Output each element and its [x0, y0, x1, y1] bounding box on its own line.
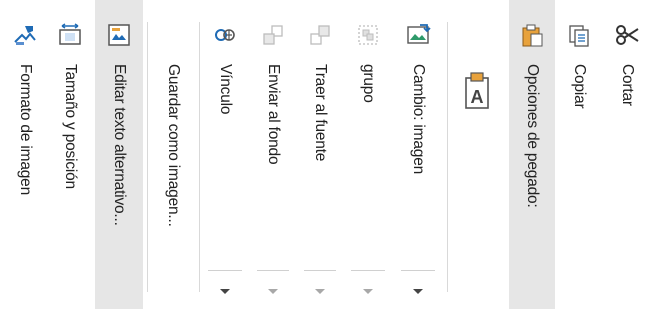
- menu-item-editar-texto-alternativo[interactable]: Editar texto alternativo...: [95, 0, 143, 309]
- chevron-down-icon[interactable]: [363, 289, 373, 294]
- split-divider: [400, 270, 436, 271]
- separator: [147, 22, 148, 292]
- menu-item-label: Vínculo: [216, 64, 234, 115]
- menu-item-label: Guardar como imagen...: [164, 64, 182, 227]
- menu-item-label: Cambio: imagen: [409, 64, 427, 175]
- separator: [199, 22, 200, 292]
- menu-item-enviar-al-fondo[interactable]: Enviar al fondo: [251, 0, 295, 309]
- menu-item-label: Opciones de pegado:: [523, 64, 541, 208]
- menu-item-traer-al-fuente[interactable]: Traer al fuente: [298, 0, 342, 309]
- copy-icon: [566, 22, 592, 48]
- paste-text-only-icon: A: [462, 68, 492, 114]
- menu-item-grupo[interactable]: grupo: [345, 0, 391, 309]
- chevron-down-icon[interactable]: [268, 289, 278, 294]
- menu-item-label: Formato de imagen: [16, 64, 34, 195]
- chevron-down-icon[interactable]: [315, 289, 325, 294]
- svg-text:A: A: [471, 87, 484, 107]
- menu-item-opciones-de-pegado[interactable]: Opciones de pegado:: [509, 0, 555, 309]
- menu-item-label: Enviar al fondo: [264, 64, 282, 165]
- paste-icon: [519, 22, 545, 48]
- menu-item-copiar[interactable]: Copiar: [557, 0, 601, 309]
- paste-option-keep-text-only[interactable]: A: [452, 0, 502, 309]
- chevron-down-icon[interactable]: [220, 289, 230, 294]
- separator: [447, 22, 448, 292]
- group-icon: [355, 22, 381, 48]
- menu-item-label: Editar texto alternativo...: [110, 64, 128, 226]
- chevron-down-icon[interactable]: [413, 289, 423, 294]
- menu-item-cambio-imagen[interactable]: Cambio: imagen: [394, 0, 442, 309]
- menu-item-label: Cortar: [618, 64, 636, 106]
- menu-item-formato-de-imagen[interactable]: Formato de imagen: [4, 0, 46, 309]
- menu-item-label: Tamaño y posición: [61, 64, 79, 189]
- menu-item-cortar[interactable]: Cortar: [604, 0, 650, 309]
- size-position-icon: [57, 22, 83, 48]
- change-picture-icon: [405, 22, 431, 48]
- context-menu: Formato de imagen Tamaño y posición Edit…: [0, 0, 660, 309]
- menu-item-vinculo[interactable]: Vínculo: [202, 0, 248, 309]
- menu-item-tamano-y-posicion[interactable]: Tamaño y posición: [48, 0, 92, 309]
- split-divider: [208, 270, 242, 271]
- format-picture-icon: [12, 22, 38, 48]
- link-icon: [212, 22, 238, 48]
- split-divider: [304, 270, 336, 271]
- menu-item-guardar-como-imagen[interactable]: Guardar como imagen...: [149, 0, 197, 309]
- menu-item-label: Copiar: [570, 64, 588, 109]
- menu-item-label: grupo: [359, 64, 377, 103]
- scissors-icon: [614, 22, 640, 48]
- split-divider: [257, 270, 289, 271]
- split-divider: [351, 270, 385, 271]
- bring-to-front-icon: [307, 22, 333, 48]
- menu-item-label: Traer al fuente: [311, 64, 329, 162]
- send-to-back-icon: [260, 22, 286, 48]
- alt-text-icon: [106, 22, 132, 48]
